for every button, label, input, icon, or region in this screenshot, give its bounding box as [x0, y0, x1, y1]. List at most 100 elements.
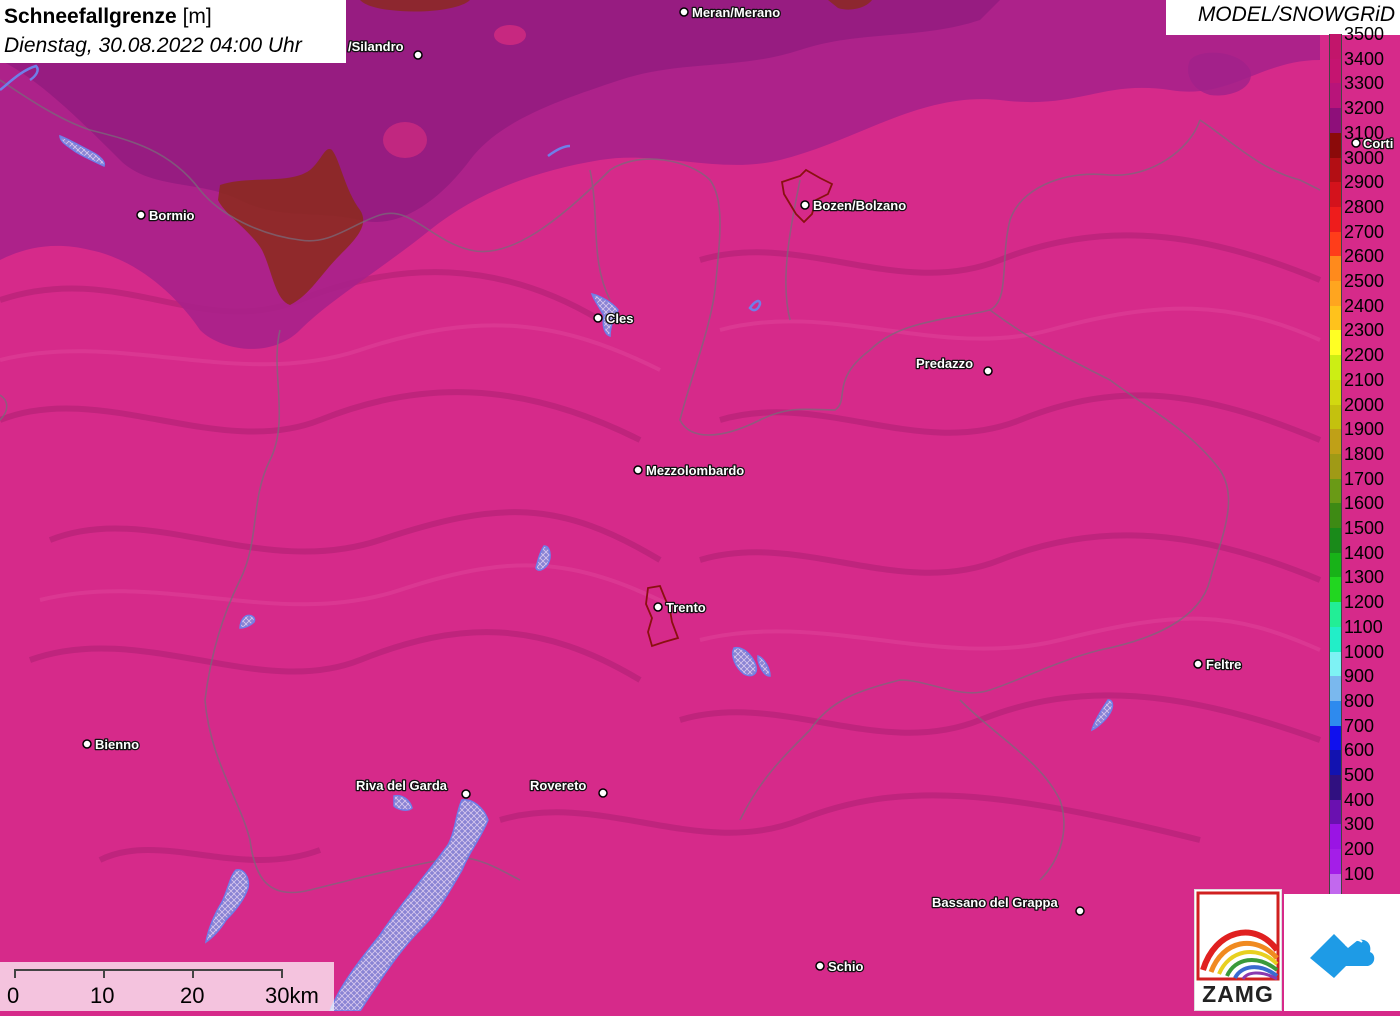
legend-label: 2900 — [1344, 172, 1385, 193]
legend-label: 200 — [1344, 839, 1375, 860]
snowfall-spot-3300 — [494, 25, 526, 45]
city-label: Feltre — [1206, 657, 1241, 672]
legend-label: 2000 — [1344, 394, 1385, 415]
legend-label: 2800 — [1344, 196, 1385, 217]
legend-label: 400 — [1344, 789, 1375, 810]
legend-item: 3300 — [1326, 71, 1400, 109]
legend-label: 3500 — [1344, 24, 1385, 44]
city-label: Meran/Merano — [692, 5, 780, 20]
zamg-logo[interactable]: ZAMG — [1194, 889, 1282, 1011]
city-marker — [800, 200, 810, 210]
legend-item: 700 — [1326, 714, 1400, 751]
legend-item: 1900 — [1326, 417, 1400, 455]
city-marker — [461, 789, 471, 799]
legend-label: 800 — [1344, 690, 1375, 711]
scale-label-10: 10 — [90, 983, 115, 1008]
legend-label: 600 — [1344, 740, 1375, 761]
legend-label: 1000 — [1344, 641, 1385, 662]
city-marker — [983, 366, 993, 376]
color-legend: 3500 3400 3300 3200 3100 3000 2900 2800 2700 2600… — [1326, 24, 1400, 899]
legend-item: 2700 — [1326, 220, 1400, 257]
city-label: /Silandro — [348, 39, 404, 54]
snowgrid-cloud-icon — [1310, 934, 1375, 978]
legend-item: 3100 — [1326, 121, 1400, 158]
city-label: Bienno — [95, 737, 139, 752]
legend-label: 1800 — [1344, 443, 1385, 464]
city-marker — [633, 465, 643, 475]
city-label: Bassano del Grappa — [932, 895, 1058, 910]
legend-label: 3300 — [1344, 73, 1385, 94]
legend-item: 2500 — [1326, 269, 1400, 306]
city-label: Schio — [828, 959, 863, 974]
legend-label: 1400 — [1344, 542, 1385, 563]
scale-tick — [192, 969, 194, 978]
legend-label: 100 — [1344, 863, 1375, 884]
map-title-box: Schneefallgrenze [m] Dienstag, 30.08.202… — [0, 0, 346, 63]
city-mezzolombardo[interactable]: Mezzolombardo — [633, 462, 746, 479]
scale-tick — [281, 969, 283, 978]
legend-item: 1300 — [1326, 565, 1400, 603]
legend-label: 3200 — [1344, 98, 1385, 119]
legend-label: 1200 — [1344, 592, 1385, 613]
legend-item: 2100 — [1326, 368, 1400, 405]
city-label: Trento — [666, 600, 706, 615]
legend-label: 3100 — [1344, 122, 1385, 143]
legend-label: 700 — [1344, 715, 1375, 736]
legend-item: 2000 — [1326, 393, 1400, 430]
legend-label: 2300 — [1344, 320, 1385, 341]
legend-item: 3200 — [1326, 96, 1400, 134]
legend-item: 1500 — [1326, 516, 1400, 553]
city-label: Rovereto — [530, 778, 586, 793]
scale-label-30km: 30km — [265, 983, 319, 1008]
city-label: Predazzo — [916, 356, 973, 371]
legend-item: 1800 — [1326, 442, 1400, 479]
legend-item: 1700 — [1326, 467, 1400, 504]
legend-item: 1600 — [1326, 491, 1400, 529]
legend-label: 1900 — [1344, 419, 1385, 440]
legend-label: 2400 — [1344, 295, 1385, 316]
title-main: Schneefallgrenze — [4, 5, 177, 28]
legend-label: 3400 — [1344, 48, 1385, 69]
map-title: Schneefallgrenze [m] — [4, 2, 342, 31]
scale-tick — [103, 969, 105, 978]
legend-item: 3500 — [1326, 22, 1400, 59]
city-marker — [815, 961, 825, 971]
legend-item: 900 — [1326, 664, 1400, 702]
legend-item: 1400 — [1326, 541, 1400, 578]
legend-label: 1500 — [1344, 518, 1385, 538]
city-label: Bozen/Bolzano — [813, 198, 906, 213]
legend-item: 600 — [1326, 738, 1400, 776]
legend-label: 500 — [1344, 765, 1375, 785]
legend-item: 500 — [1326, 763, 1400, 800]
city-label: Mezzolombardo — [646, 463, 744, 478]
legend-label: 1600 — [1344, 493, 1385, 514]
city-meran[interactable]: Meran/Merano — [679, 4, 781, 21]
city-marker — [136, 210, 146, 220]
legend-item: 1000 — [1326, 640, 1400, 677]
scale-label-0: 0 — [7, 983, 20, 1008]
legend-label: 2100 — [1344, 369, 1385, 390]
scale-tick — [14, 969, 16, 978]
scale-line — [14, 969, 283, 971]
legend-item: 3000 — [1326, 146, 1400, 183]
legend-label: 2700 — [1344, 221, 1385, 242]
city-bolzano[interactable]: Bozen/Bolzano — [800, 197, 908, 214]
legend-item: 100 — [1326, 862, 1400, 899]
legend-label: 2500 — [1344, 271, 1385, 291]
legend-item: 300 — [1326, 812, 1400, 850]
city-marker — [598, 788, 608, 798]
legend-label: 2200 — [1344, 345, 1385, 366]
legend-item: 1200 — [1326, 590, 1400, 628]
city-marker — [1193, 659, 1203, 669]
forecast-datetime: Dienstag, 30.08.2022 04:00 Uhr — [4, 34, 302, 57]
city-marker — [679, 7, 689, 17]
zamg-rainbow-icon — [1196, 891, 1280, 981]
legend-label: 1300 — [1344, 567, 1385, 588]
legend-item: 1100 — [1326, 615, 1400, 652]
legend-item: 3400 — [1326, 47, 1400, 84]
legend-item: 2300 — [1326, 318, 1400, 356]
snowgrid-logo[interactable] — [1284, 894, 1400, 1011]
snowfall-spot-3300-b — [383, 122, 427, 158]
legend-label: 1700 — [1344, 468, 1385, 489]
snowfall-line-map[interactable]: Meran/Merano /Silandro Bormio Bozen/Bolz… — [0, 0, 1400, 1011]
